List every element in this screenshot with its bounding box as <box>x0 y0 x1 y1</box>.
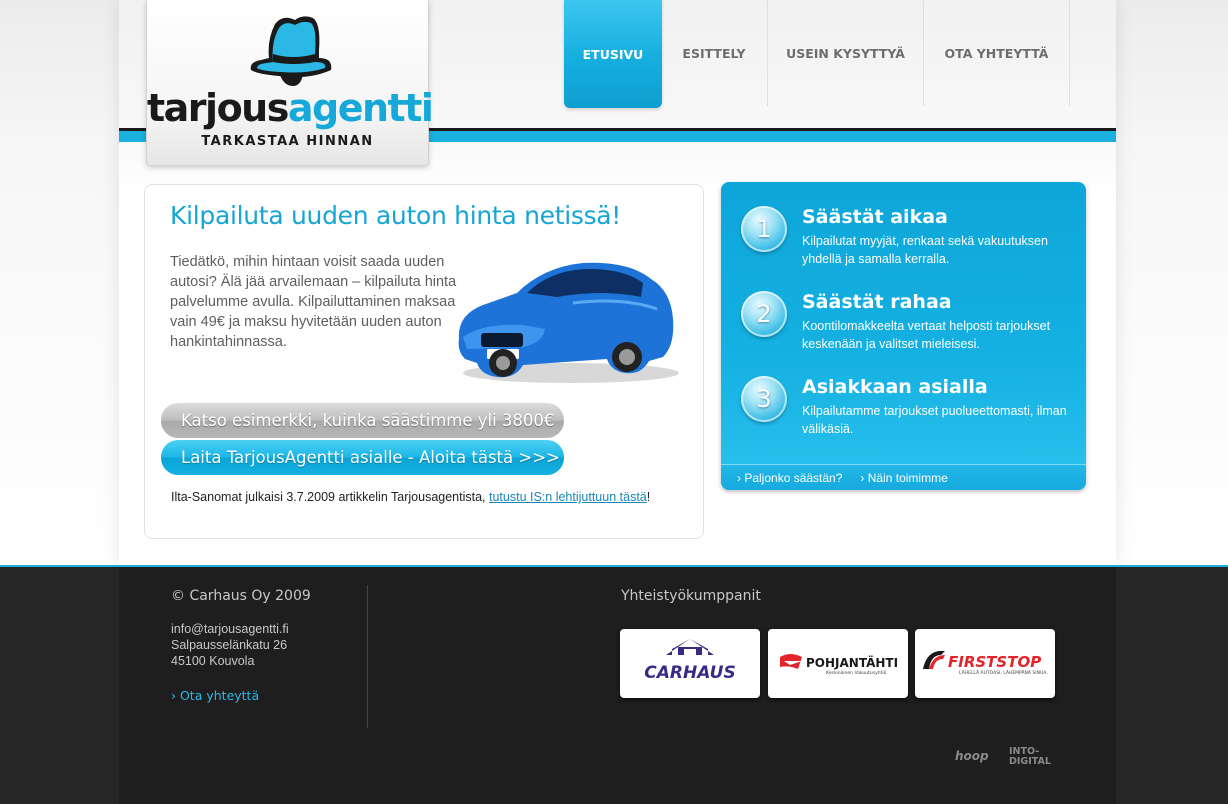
news-end: ! <box>646 490 651 504</box>
partner-sub-pohjantahti: Keskinäinen Vakuutusyhtiö <box>826 670 887 676</box>
step-text: Kilpailutat myyjät, renkaat sekä vakuutu… <box>802 234 1048 266</box>
firststop-logo-icon: FIRSTSTOP LÄHELLÄ AUTOASI, LÄHEMPÄNÄ SIN… <box>923 650 1048 676</box>
partner-name-carhaus: CARHAUS <box>644 663 735 683</box>
car-image <box>458 262 679 383</box>
news-article-link[interactable]: tutustu IS:n lehtijuttuun tästä <box>489 490 647 504</box>
logo-word-dark: tarjous <box>147 86 289 130</box>
step-title: Asiakkaan asialla <box>802 376 988 398</box>
link-paljonko-saastan[interactable]: › Paljonko säästän? <box>737 471 842 485</box>
news-notice: Ilta-Sanomat julkaisi 3.7.2009 artikkeli… <box>171 490 650 504</box>
partner-sub-firststop: LÄHELLÄ AUTOASI, LÄHEMPÄNÄ SINUA. <box>959 669 1048 676</box>
panel-links: › Paljonko säästän? › Näin toimimme <box>721 464 1086 490</box>
nav-separator <box>1069 0 1070 106</box>
partner-name-firststop: FIRSTSTOP <box>948 653 1041 671</box>
site-logo[interactable]: tarjousagentti TARKASTAA HINNAN <box>146 0 434 166</box>
agent-hat-icon <box>250 16 332 86</box>
nav-item-ota-yhteytta[interactable]: OTA YHTEYTTÄ <box>924 0 1069 106</box>
intro-box: Kilpailuta uuden auton hinta netissä! Ti… <box>144 184 704 539</box>
nav-item-esittely[interactable]: ESITTELY <box>662 0 766 106</box>
nav-item-etusivu[interactable]: ETUSIVU <box>564 0 662 108</box>
page-headline: Kilpailuta uuden auton hinta netissä! <box>170 201 622 230</box>
partner-logo-firststop[interactable]: FIRSTSTOP LÄHELLÄ AUTOASI, LÄHEMPÄNÄ SIN… <box>915 629 1055 698</box>
credit-intodigital-line2: DIGITAL <box>1009 756 1051 767</box>
step-number-icon: 1 <box>741 206 787 252</box>
footer-street: Salpausselänkatu 26 <box>171 638 288 652</box>
step-text: Kilpailutamme tarjoukset puolueettomasti… <box>802 404 1067 436</box>
news-text: Ilta-Sanomat julkaisi 3.7.2009 artikkeli… <box>171 490 489 504</box>
footer-address: info@tarjousagentti.fi Salpausselänkatu … <box>171 621 289 669</box>
benefits-panel: 1 Säästät aikaa Kilpailutat myyjät, renk… <box>721 182 1086 490</box>
logo-tagline: TARKASTAA HINNAN <box>201 134 374 149</box>
footer-contact-link[interactable]: › Ota yhteyttä <box>171 688 259 703</box>
link-nain-toimimme[interactable]: › Näin toimimme <box>860 471 947 485</box>
step-text: Koontilomakkeelta vertaat helposti tarjo… <box>802 319 1051 351</box>
partners-title: Yhteistyökumppanit <box>621 588 761 604</box>
step-title: Säästät rahaa <box>802 291 952 313</box>
carhaus-logo-icon: CARHAUS <box>644 639 736 683</box>
copyright: © Carhaus Oy 2009 <box>171 588 311 604</box>
start-button[interactable]: Laita TarjousAgentti asialle - Aloita tä… <box>161 440 564 475</box>
step-number-icon: 3 <box>741 376 787 422</box>
partner-name-pohjantahti: POHJANTÄHTI <box>806 655 898 670</box>
partner-logo-carhaus[interactable]: CARHAUS <box>620 629 760 698</box>
logo-word-blue: agentti <box>287 86 434 130</box>
nav-item-usein-kysyttya[interactable]: USEIN KYSYTTYÄ <box>768 0 923 106</box>
footer-city: 45100 Kouvola <box>171 654 255 668</box>
step-title: Säästät aikaa <box>802 206 948 228</box>
partner-logo-pohjantahti[interactable]: POHJANTÄHTI Keskinäinen Vakuutusyhtiö <box>768 629 908 698</box>
credit-intodigital[interactable]: INTO- DIGITAL <box>1009 747 1051 767</box>
logo-wordmark: tarjousagentti <box>147 86 434 130</box>
example-savings-button[interactable]: Katso esimerkki, kuinka säästimme yli 38… <box>161 403 564 438</box>
step-number-icon: 2 <box>741 291 787 337</box>
pohjantahti-logo-icon: POHJANTÄHTI Keskinäinen Vakuutusyhtiö <box>780 654 898 676</box>
footer-email[interactable]: info@tarjousagentti.fi <box>171 621 289 637</box>
footer-divider <box>367 585 368 728</box>
credit-hoop[interactable]: hoop <box>955 749 989 763</box>
intro-text: Tiedätkö, mihin hintaan voisit saada uud… <box>170 254 457 350</box>
